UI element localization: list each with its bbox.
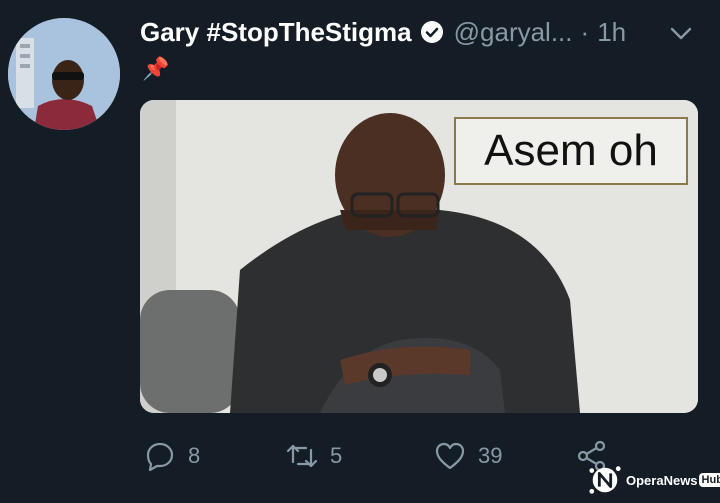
tweet-timestamp[interactable]: 1h bbox=[597, 17, 626, 48]
operanews-logo-icon bbox=[589, 466, 621, 494]
operanews-watermark: OperaNews Hub bbox=[588, 462, 720, 498]
like-count: 39 bbox=[478, 443, 503, 468]
separator-dot: · bbox=[580, 16, 590, 47]
author-handle[interactable]: @garyal... bbox=[454, 17, 573, 48]
avatar-photo bbox=[8, 18, 120, 130]
like-button[interactable]: 39 bbox=[434, 434, 502, 478]
watermark-hub: Hub bbox=[698, 473, 720, 487]
watermark-brand: OperaNews bbox=[626, 472, 698, 488]
retweet-count: 5 bbox=[330, 443, 343, 468]
tweet-actions: 8 5 39 bbox=[140, 434, 620, 478]
tweet-header: Gary #StopTheStigma @garyal... · 1h bbox=[140, 14, 700, 50]
media-caption-box: Asem oh bbox=[454, 117, 688, 185]
reply-icon bbox=[146, 442, 174, 472]
heart-icon bbox=[435, 442, 465, 470]
reply-count: 8 bbox=[188, 443, 201, 468]
retweet-icon bbox=[286, 444, 318, 468]
pin-emoji: 📌 bbox=[142, 56, 170, 81]
reply-button[interactable]: 8 bbox=[144, 434, 200, 478]
author-name[interactable]: Gary #StopTheStigma bbox=[140, 17, 412, 48]
author-avatar[interactable] bbox=[8, 18, 120, 130]
verified-badge-icon bbox=[420, 21, 443, 43]
retweet-button[interactable]: 5 bbox=[286, 434, 342, 478]
tweet-media-image[interactable]: Asem oh bbox=[140, 100, 698, 413]
chevron-down-icon[interactable] bbox=[668, 20, 694, 46]
